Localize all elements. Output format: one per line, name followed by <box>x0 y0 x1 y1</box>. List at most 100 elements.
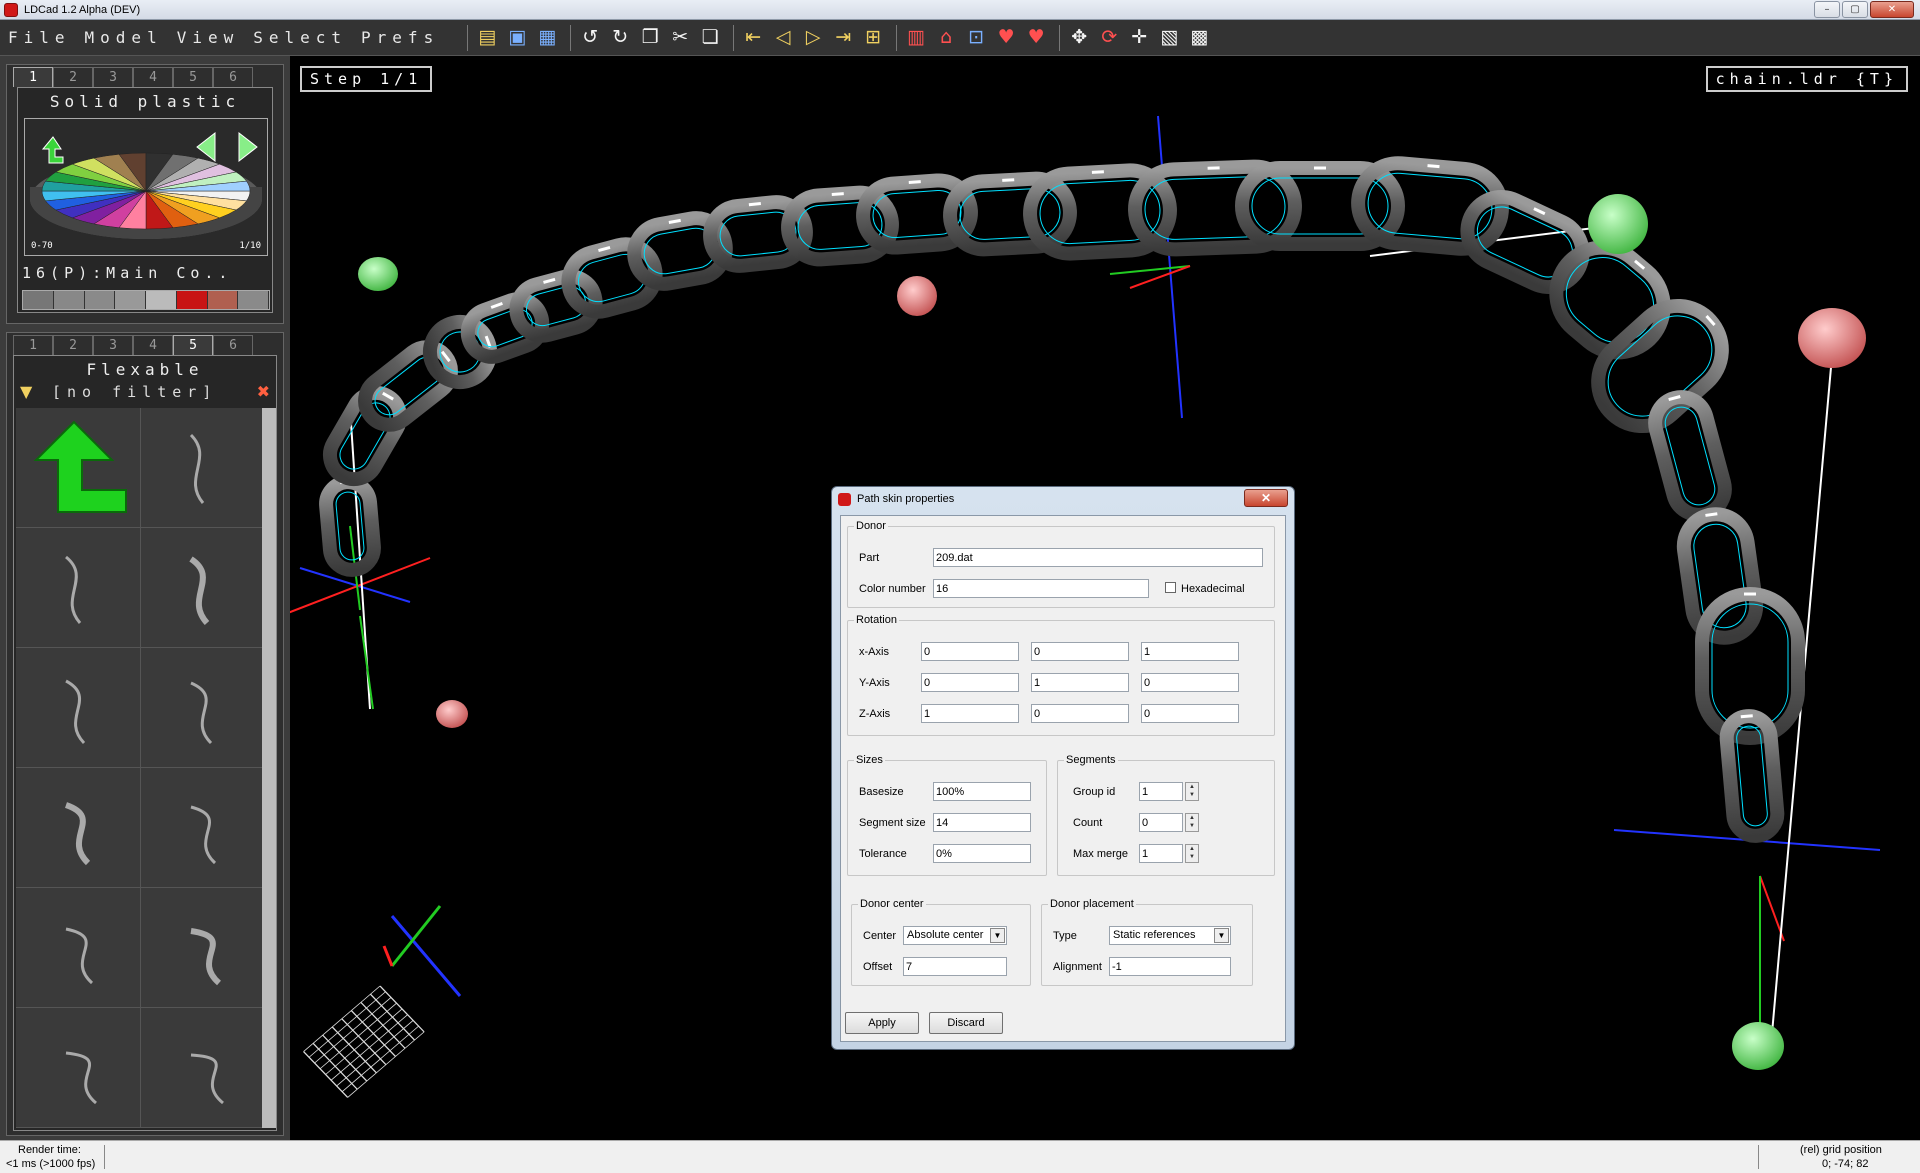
part-input[interactable] <box>933 548 1263 567</box>
menu-file[interactable]: File <box>8 28 71 47</box>
part-tile[interactable] <box>141 528 265 647</box>
z-axis-input-1[interactable] <box>921 704 1019 723</box>
grid-icon[interactable]: ▧ <box>1156 25 1182 51</box>
chain-link[interactable] <box>1451 181 1599 304</box>
heart-icon[interactable]: ♥ <box>993 25 1019 51</box>
alignment-input[interactable] <box>1109 957 1231 976</box>
filter-text[interactable]: [no filter] <box>52 383 217 401</box>
apply-button[interactable]: Apply <box>845 1012 919 1034</box>
step-last-icon[interactable]: ⇥ <box>830 25 856 51</box>
path-node-red-3[interactable] <box>1798 308 1866 368</box>
step-add-icon[interactable]: ⊞ <box>860 25 886 51</box>
menu-prefs[interactable]: Prefs <box>361 28 439 47</box>
offset-input[interactable] <box>903 957 1007 976</box>
count-input[interactable] <box>1139 813 1183 832</box>
save-all-icon[interactable]: ▦ <box>534 25 560 51</box>
parts-scrollbar[interactable] <box>262 408 276 1128</box>
color-tab-4[interactable]: 4 <box>133 67 173 87</box>
chain-link[interactable] <box>1675 506 1765 647</box>
y-axis-input-3[interactable] <box>1141 673 1239 692</box>
save-icon[interactable]: ▣ <box>504 25 530 51</box>
color-swatch[interactable] <box>115 291 146 309</box>
part-home-icon[interactable]: ⌂ <box>933 25 959 51</box>
paste-icon[interactable]: ❏ <box>697 25 723 51</box>
parts-up-tile[interactable] <box>16 408 140 527</box>
undo-icon[interactable]: ↺ <box>577 25 603 51</box>
parts-tab-2[interactable]: 2 <box>53 335 93 355</box>
color-tab-5[interactable]: 5 <box>173 67 213 87</box>
open-icon[interactable]: ▤ <box>474 25 500 51</box>
part-tile[interactable] <box>16 528 140 647</box>
color-swatch[interactable] <box>23 291 54 309</box>
color-swatch[interactable] <box>238 291 269 309</box>
chain-link[interactable] <box>1719 709 1785 843</box>
maximize-button[interactable]: ▢ <box>1842 1 1868 18</box>
path-node-red-2[interactable] <box>897 276 937 316</box>
part-tile[interactable] <box>141 768 265 887</box>
part-tile[interactable] <box>16 888 140 1007</box>
parts-tab-3[interactable]: 3 <box>93 335 133 355</box>
move-icon[interactable]: ✥ <box>1066 25 1092 51</box>
parts-tab-4[interactable]: 4 <box>133 335 173 355</box>
color-swatch[interactable] <box>176 291 208 309</box>
path-node-red-1[interactable] <box>436 700 468 728</box>
path-node-green-1[interactable] <box>358 257 398 291</box>
redo-icon[interactable]: ↻ <box>607 25 633 51</box>
basesize-input[interactable] <box>933 782 1031 801</box>
part-tile[interactable] <box>16 768 140 887</box>
y-axis-input-2[interactable] <box>1031 673 1129 692</box>
snap-grid-icon[interactable]: ▩ <box>1186 25 1212 51</box>
dialog-close-button[interactable]: ✕ <box>1244 489 1288 507</box>
x-axis-input-1[interactable] <box>921 642 1019 661</box>
type-select[interactable]: Static references ▼ <box>1109 926 1231 945</box>
part-tile[interactable] <box>141 888 265 1007</box>
chain-link[interactable] <box>456 287 554 368</box>
parts-tab-5[interactable]: 5 <box>173 335 213 355</box>
clear-filter-icon[interactable]: ✖ <box>257 382 270 401</box>
center-select[interactable]: Absolute center ▼ <box>903 926 1007 945</box>
color-number-input[interactable] <box>933 579 1149 598</box>
color-tab-3[interactable]: 3 <box>93 67 133 87</box>
path-node-green-2[interactable] <box>1588 194 1648 254</box>
cut-icon[interactable]: ✂ <box>667 25 693 51</box>
x-axis-input-3[interactable] <box>1141 642 1239 661</box>
step-next-icon[interactable]: ▷ <box>800 25 826 51</box>
group-id-input[interactable] <box>1139 782 1183 801</box>
filter-icon[interactable]: ▼ <box>20 382 32 401</box>
menu-model[interactable]: Model <box>85 28 163 47</box>
path-node-green-3[interactable] <box>1732 1022 1784 1070</box>
segment-size-input[interactable] <box>933 813 1031 832</box>
chain-link[interactable] <box>943 171 1077 257</box>
parts-tab-6[interactable]: 6 <box>213 335 253 355</box>
wheel-next-arrow-icon[interactable] <box>238 131 258 163</box>
heart-remove-icon[interactable]: ♥ <box>1023 25 1049 51</box>
menu-view[interactable]: View <box>177 28 240 47</box>
x-axis-input-2[interactable] <box>1031 642 1129 661</box>
color-swatch[interactable] <box>84 291 116 309</box>
part-tile[interactable] <box>141 408 265 527</box>
minimize-button[interactable]: – <box>1814 1 1840 18</box>
color-swatch[interactable] <box>146 291 177 309</box>
z-axis-input-3[interactable] <box>1141 704 1239 723</box>
wheel-up-arrow-icon[interactable] <box>41 136 64 164</box>
color-tab-1[interactable]: 1 <box>13 67 53 87</box>
tolerance-input[interactable] <box>933 844 1031 863</box>
count-spinner[interactable]: ▲ ▼ <box>1185 813 1199 832</box>
group-id-spinner[interactable]: ▲ ▼ <box>1185 782 1199 801</box>
max-merge-spinner[interactable]: ▲ ▼ <box>1185 844 1199 863</box>
menu-select[interactable]: Select <box>253 28 347 47</box>
hexadecimal-checkbox[interactable] <box>1165 582 1176 593</box>
color-swatch[interactable] <box>53 291 85 309</box>
part-tile[interactable] <box>16 648 140 767</box>
color-swatch[interactable] <box>207 291 239 309</box>
dialog-title-bar[interactable]: Path skin properties <box>832 487 1294 511</box>
wheel-prev-arrow-icon[interactable] <box>196 131 216 163</box>
step-prev-icon[interactable]: ◁ <box>770 25 796 51</box>
part-tile[interactable] <box>141 1008 265 1127</box>
color-wheel[interactable]: 0-70 1/10 <box>24 118 268 256</box>
close-button[interactable]: ✕ <box>1870 1 1914 18</box>
max-merge-input[interactable] <box>1139 844 1183 863</box>
rotate-icon[interactable]: ⟳ <box>1096 25 1122 51</box>
color-tab-6[interactable]: 6 <box>213 67 253 87</box>
part-ref-icon[interactable]: ⊡ <box>963 25 989 51</box>
